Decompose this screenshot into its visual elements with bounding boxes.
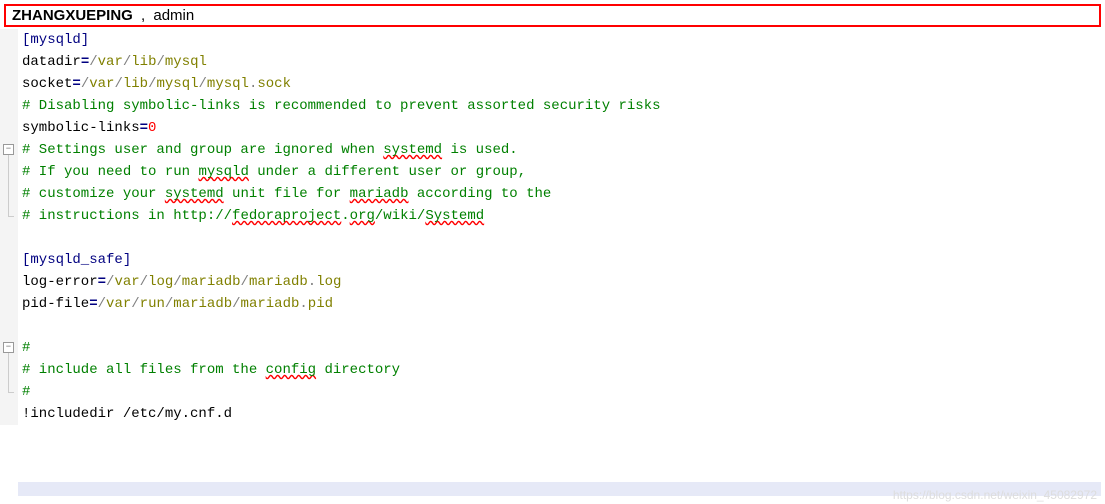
gutter: −− — [0, 29, 18, 425]
fold-toggle-icon[interactable]: − — [3, 342, 14, 353]
code-line: # — [22, 337, 1105, 359]
code-content[interactable]: [mysqld]datadir=/var/lib/mysqlsocket=/va… — [18, 29, 1105, 425]
code-line — [22, 227, 1105, 249]
code-line: log-error=/var/log/mariadb/mariadb.log — [22, 271, 1105, 293]
code-line: # — [22, 381, 1105, 403]
code-line: # include all files from the config dire… — [22, 359, 1105, 381]
code-line: datadir=/var/lib/mysql — [22, 51, 1105, 73]
code-line: # If you need to run mysqld under a diff… — [22, 161, 1105, 183]
header-bar: ZHANGXUEPING , admin — [4, 4, 1101, 27]
editor-area: −− [mysqld]datadir=/var/lib/mysqlsocket=… — [0, 29, 1105, 425]
code-line: # Settings user and group are ignored wh… — [22, 139, 1105, 161]
code-line: socket=/var/lib/mysql/mysql.sock — [22, 73, 1105, 95]
code-line — [22, 315, 1105, 337]
header-separator: , — [141, 7, 145, 24]
header-role: admin — [153, 7, 194, 24]
code-line: # Disabling symbolic-links is recommende… — [22, 95, 1105, 117]
code-line: [mysqld_safe] — [22, 249, 1105, 271]
header-user: ZHANGXUEPING — [12, 7, 133, 24]
fold-end — [8, 392, 14, 393]
code-line: !includedir /etc/my.cnf.d — [22, 403, 1105, 425]
fold-guide — [8, 155, 9, 216]
fold-toggle-icon[interactable]: − — [3, 144, 14, 155]
fold-guide — [8, 353, 9, 392]
code-line: # customize your systemd unit file for m… — [22, 183, 1105, 205]
code-line: symbolic-links=0 — [22, 117, 1105, 139]
code-line: # instructions in http://fedoraproject.o… — [22, 205, 1105, 227]
code-line: [mysqld] — [22, 29, 1105, 51]
code-line: pid-file=/var/run/mariadb/mariadb.pid — [22, 293, 1105, 315]
fold-end — [8, 216, 14, 217]
